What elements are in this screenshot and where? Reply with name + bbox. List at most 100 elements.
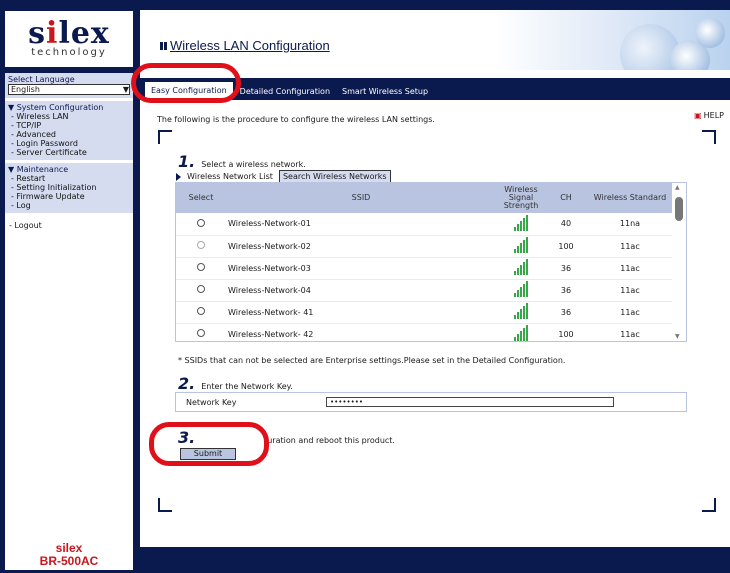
help-text: HELP: [703, 111, 724, 120]
network-key-input[interactable]: ••••••••: [326, 397, 614, 407]
menu-item-log[interactable]: - Log: [8, 201, 130, 210]
standard-cell: 11ac: [586, 235, 674, 258]
box-corner: [158, 498, 172, 512]
step-text: Enter the Network Key.: [201, 382, 293, 391]
language-select[interactable]: English ▼: [8, 84, 130, 95]
language-value: English: [11, 85, 40, 94]
ch-cell: 36: [546, 301, 586, 324]
table-row[interactable]: Wireless-Network-03 36 11ac: [176, 257, 674, 280]
page-title-text: Wireless LAN Configuration: [170, 38, 330, 53]
menu-item-login-password[interactable]: - Login Password: [8, 139, 130, 148]
network-radio[interactable]: [197, 218, 205, 227]
table-row[interactable]: Wireless-Network- 42 100 11ac: [176, 323, 674, 341]
menu-item-firmware-update[interactable]: - Firmware Update: [8, 192, 130, 201]
row-radio-cell: [176, 301, 226, 324]
maintenance-menu: ▼ Maintenance - Restart - Setting Initia…: [5, 163, 133, 213]
box-corner: [702, 130, 716, 144]
network-radio[interactable]: [197, 329, 205, 337]
table-header-row: Select SSID Wireless Signal Strength CH …: [176, 183, 674, 213]
menu-item-setting-init[interactable]: - Setting Initialization: [8, 183, 130, 192]
network-key-row: Network Key ••••••••: [175, 392, 687, 412]
network-table: Select SSID Wireless Signal Strength CH …: [175, 182, 687, 342]
ch-cell: 40: [546, 213, 586, 236]
signal-cell: [496, 279, 546, 302]
enterprise-note: * SSIDs that can not be selected are Ent…: [178, 356, 566, 365]
signal-strength-icon: [514, 303, 528, 319]
tab-smart-wireless-setup[interactable]: Smart Wireless Setup: [336, 83, 434, 100]
page-title: Wireless LAN Configuration: [160, 38, 330, 53]
page-header: Wireless LAN Configuration: [140, 10, 730, 70]
network-radio[interactable]: [197, 285, 205, 293]
step-text: uration and reboot this product.: [267, 436, 395, 445]
silex-logo: silex technology: [5, 11, 133, 67]
signal-strength-icon: [514, 237, 528, 253]
signal-cell: [496, 257, 546, 280]
scroll-up-icon[interactable]: ▲: [675, 184, 680, 191]
box-corner: [158, 130, 172, 144]
col-ch: CH: [546, 183, 586, 213]
col-ssid: SSID: [226, 183, 496, 213]
scroll-down-icon[interactable]: ▼: [675, 333, 680, 340]
network-radio[interactable]: [197, 263, 205, 271]
maintenance-menu-head[interactable]: ▼ Maintenance: [8, 165, 130, 174]
language-panel: Select Language English ▼: [5, 73, 133, 98]
row-radio-cell: [176, 323, 226, 341]
help-link[interactable]: ▣ HELP: [694, 111, 724, 120]
signal-cell: [496, 323, 546, 341]
network-radio[interactable]: [197, 307, 205, 315]
ssid-cell: Wireless-Network- 41: [226, 301, 496, 324]
scroll-thumb[interactable]: [675, 197, 683, 221]
col-standard: Wireless Standard: [586, 183, 674, 213]
decor-orb: [695, 18, 725, 48]
menu-item-wireless-lan[interactable]: - Wireless LAN: [8, 112, 130, 121]
menu-item-advanced[interactable]: - Advanced: [8, 130, 130, 139]
ssid-cell: Wireless-Network- 42: [226, 323, 496, 341]
sidebar: silex technology Select Language English…: [4, 10, 134, 571]
signal-cell: [496, 213, 546, 236]
signal-cell: [496, 235, 546, 258]
signal-strength-icon: [514, 325, 528, 341]
step-number: 1.: [178, 152, 196, 171]
network-radio: [197, 241, 205, 249]
ssid-cell: Wireless-Network-02: [226, 235, 496, 258]
logo-text-end: lex: [58, 16, 110, 51]
standard-cell: 11ac: [586, 279, 674, 302]
ssid-cell: Wireless-Network-01: [226, 213, 496, 236]
standard-cell: 11na: [586, 213, 674, 236]
row-radio-cell: [176, 213, 226, 236]
step-number: 2.: [178, 374, 196, 393]
table-row[interactable]: Wireless-Network-04 36 11ac: [176, 279, 674, 302]
ssid-cell: Wireless-Network-04: [226, 279, 496, 302]
menu-item-server-certificate[interactable]: - Server Certificate: [8, 148, 130, 157]
table-row[interactable]: Wireless-Network- 41 36 11ac: [176, 301, 674, 324]
table-row[interactable]: Wireless-Network-01 40 11na: [176, 213, 674, 236]
network-list-label: Wireless Network List: [187, 172, 273, 181]
table-row[interactable]: Wireless-Network-02 100 11ac: [176, 235, 674, 258]
system-menu: ▼ System Configuration - Wireless LAN - …: [5, 101, 133, 160]
help-icon: ▣: [694, 111, 702, 120]
signal-strength-icon: [514, 281, 528, 297]
model-name: BR-500AC: [39, 554, 99, 568]
box-corner: [702, 498, 716, 512]
title-bars-icon: [160, 42, 167, 50]
ssid-cell: Wireless-Network-03: [226, 257, 496, 280]
menu-item-restart[interactable]: - Restart: [8, 174, 130, 183]
triangle-right-icon: [176, 172, 181, 181]
step-2: 2. Enter the Network Key.: [178, 374, 293, 393]
system-menu-head[interactable]: ▼ System Configuration: [8, 103, 130, 112]
network-key-label: Network Key: [186, 397, 237, 407]
logout-link[interactable]: - Logout: [5, 213, 133, 238]
signal-strength-icon: [514, 214, 528, 231]
row-radio-cell: [176, 235, 226, 258]
signal-strength-icon: [514, 259, 528, 275]
ch-cell: 36: [546, 257, 586, 280]
row-radio-cell: [176, 279, 226, 302]
standard-cell: 11ac: [586, 301, 674, 324]
table-scrollbar[interactable]: ▲ ▼: [672, 183, 686, 341]
tab-detailed-configuration[interactable]: Detailed Configuration: [234, 83, 336, 100]
menu-item-tcpip[interactable]: - TCP/IP: [8, 121, 130, 130]
ch-cell: 100: [546, 235, 586, 258]
footer-band: [140, 547, 730, 571]
step-text: Select a wireless network.: [201, 160, 306, 169]
step-1: 1. Select a wireless network.: [178, 152, 306, 171]
